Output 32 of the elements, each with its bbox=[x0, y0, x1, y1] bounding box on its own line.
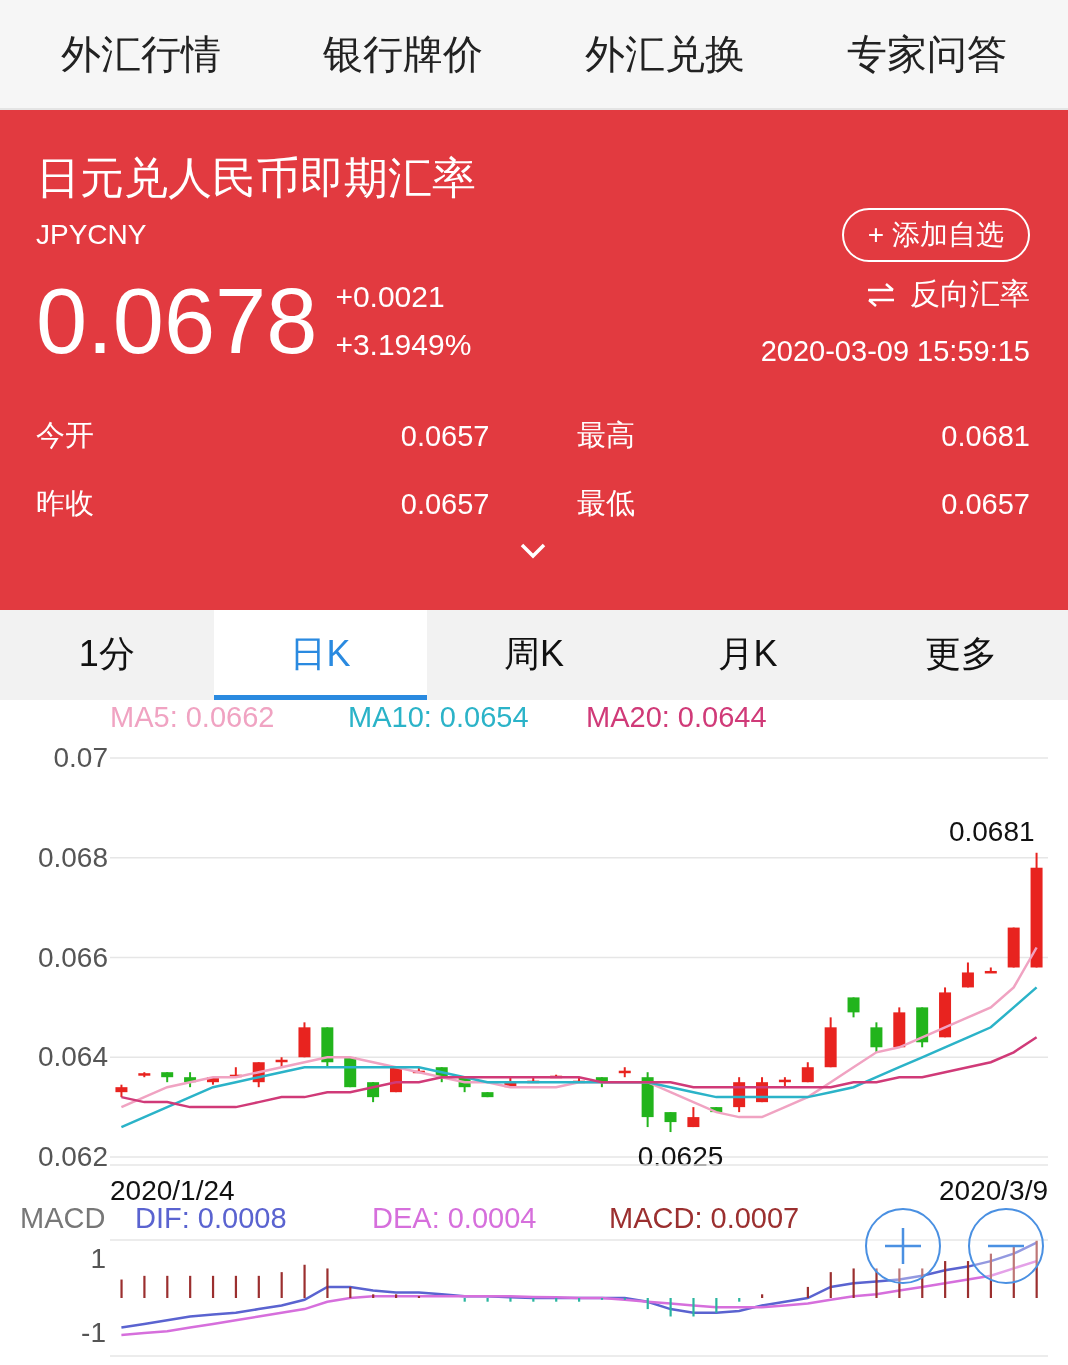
stat-label: 今开 bbox=[36, 418, 94, 453]
stat-value: 0.0657 bbox=[941, 487, 1030, 521]
ma-legend: MA10: 0.0654 bbox=[348, 700, 586, 734]
y-axis-label: -1 bbox=[81, 1316, 106, 1348]
y-axis-label: 1 bbox=[90, 1243, 106, 1275]
ma-legend: MA5: 0.0662 bbox=[110, 700, 348, 734]
ma-legend: MA20: 0.0644 bbox=[586, 700, 824, 734]
stat-label: 最高 bbox=[576, 418, 635, 453]
macd-legend: MACD: 0.0007 bbox=[609, 1201, 846, 1235]
macd-legend: DIF: 0.0008 bbox=[135, 1201, 372, 1235]
macd-title: MACD bbox=[20, 1201, 107, 1235]
y-axis-label: 0.068 bbox=[37, 841, 108, 873]
price: 0.0678 bbox=[36, 269, 318, 374]
date-label: 2020/1/24 bbox=[110, 1175, 235, 1204]
high-label: 0.0681 bbox=[948, 815, 1035, 847]
price-change: +0.0021 bbox=[335, 280, 446, 314]
y-axis-label: 0.062 bbox=[37, 1141, 108, 1172]
y-axis-label: 0.064 bbox=[37, 1041, 108, 1073]
percent-change: +3.1949% bbox=[335, 328, 472, 362]
y-axis-label: 0.066 bbox=[37, 941, 108, 973]
stat-label: 最低 bbox=[576, 486, 635, 521]
symbol-code: JPYCNY bbox=[36, 219, 147, 251]
macd-legend: DEA: 0.0004 bbox=[372, 1201, 609, 1235]
stat-label: 昨收 bbox=[36, 486, 94, 521]
stat-value: 0.0657 bbox=[400, 487, 490, 521]
y-axis-label: 0.07 bbox=[53, 742, 108, 773]
date-label: 2020/3/9 bbox=[939, 1175, 1048, 1204]
stat-value: 0.0681 bbox=[941, 419, 1030, 453]
timestamp: 2020-03-09 15:59:15 bbox=[760, 335, 1030, 368]
quote-title: 日元兑人民币即期汇率 bbox=[36, 152, 477, 204]
low-label: 0.0625 bbox=[637, 1141, 724, 1173]
stat-value: 0.0657 bbox=[400, 419, 490, 453]
